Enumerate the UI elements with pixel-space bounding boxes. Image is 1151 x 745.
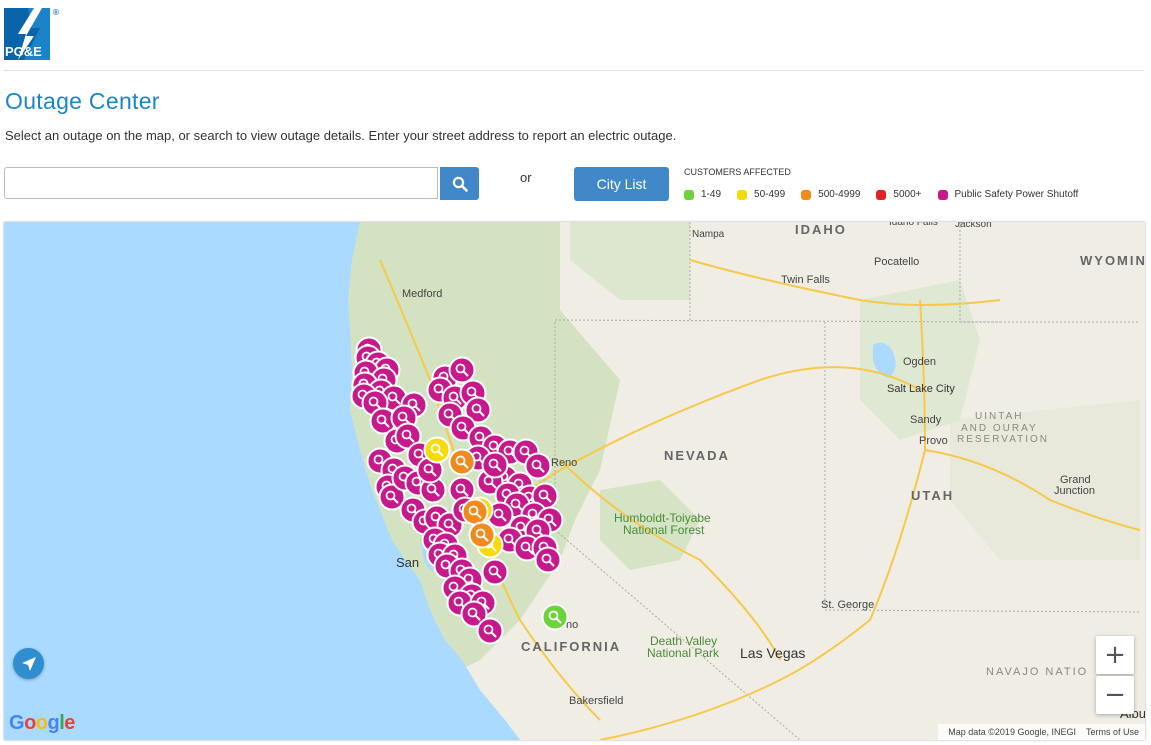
or-label: or	[520, 170, 532, 185]
map-place-label: Twin Falls	[781, 274, 830, 286]
city-list-button[interactable]: City List	[574, 167, 669, 201]
zoom-in-button[interactable]: +	[1096, 636, 1134, 674]
page-title: Outage Center	[5, 88, 160, 114]
outage-marker[interactable]	[476, 617, 504, 645]
legend-item: 50-499	[737, 189, 785, 200]
map-place-label: Bakersfield	[569, 695, 623, 707]
map-place-label: Ogden	[903, 356, 936, 368]
terms-of-use-link[interactable]: Terms of Use	[1086, 727, 1139, 737]
legend-swatch	[876, 189, 887, 200]
legend-swatch	[737, 189, 748, 200]
legend-label: Public Safety Power Shutoff	[954, 189, 1079, 200]
svg-text:PG&E: PG&E	[5, 44, 42, 59]
registered-mark: ®	[52, 8, 60, 17]
map-place-label: NEVADA	[664, 448, 730, 463]
map-place-label: UTAH	[911, 488, 954, 503]
map-place-label: Nampa	[692, 229, 725, 240]
location-arrow-icon	[21, 656, 36, 671]
map-place-label: Idaho Falls	[889, 222, 938, 228]
map-place-label: Las Vegas	[740, 645, 805, 661]
outage-marker[interactable]	[448, 448, 476, 476]
legend-label: 500-4999	[818, 189, 861, 200]
legend: 1-49 50-499 500-4999 5000+ Public Safety Pow…	[684, 189, 1078, 200]
map-place-label: San	[396, 555, 419, 570]
header-divider	[4, 70, 1144, 71]
legend-item: 500-4999	[801, 189, 860, 200]
pge-logo: PG&E	[4, 8, 50, 60]
legend-label: 50-499	[754, 189, 786, 200]
outage-marker[interactable]	[468, 521, 496, 549]
map-place-label: CALIFORNIA	[521, 639, 621, 654]
map-place-label: Medford	[402, 288, 442, 300]
legend-label: 1-49	[701, 189, 722, 200]
intro-text: Select an outage on the map, or search t…	[5, 128, 677, 143]
legend-item: 1-49	[684, 189, 721, 200]
outage-marker[interactable]	[448, 356, 476, 384]
map-place-label: IDAHO	[795, 222, 847, 237]
map-place-label: Junction	[1054, 485, 1095, 497]
search-icon	[452, 176, 468, 192]
map-place-label: RESERVATION	[957, 434, 1049, 445]
map-place-label: Jackson	[955, 222, 992, 230]
map-data-credit: Map data ©2019 Google, INEGI	[948, 727, 1076, 737]
map-place-label: Reno	[551, 457, 577, 469]
address-search-input[interactable]	[4, 167, 438, 199]
outage-marker[interactable]	[481, 451, 509, 479]
legend-swatch	[937, 189, 948, 200]
legend-title: CUSTOMERS AFFECTED	[684, 167, 791, 177]
outage-marker[interactable]	[524, 452, 552, 480]
map-place-label: UINTAH	[975, 411, 1023, 422]
outage-marker[interactable]	[481, 558, 509, 586]
map-place-label: Salt Lake City	[887, 383, 955, 395]
outage-map[interactable]: Nampa IDAHO Idaho Falls Jackson WYOMIN Medfor…	[4, 222, 1145, 740]
map-place-label: Sandy	[910, 414, 942, 426]
legend-swatch	[684, 189, 694, 200]
my-location-button[interactable]	[13, 648, 44, 679]
map-place-label: Provo	[919, 435, 948, 447]
legend-item: 5000+	[876, 189, 922, 200]
zoom-out-button[interactable]: −	[1096, 676, 1134, 714]
map-place-label: National Forest	[623, 523, 705, 537]
outage-marker[interactable]	[423, 436, 451, 464]
legend-label: 5000+	[893, 189, 922, 200]
outage-marker[interactable]	[534, 546, 562, 574]
search-button[interactable]	[440, 167, 479, 200]
outage-marker[interactable]	[541, 603, 569, 631]
map-place-label: WYOMIN	[1080, 253, 1145, 268]
legend-item: Public Safety Power Shutoff	[937, 189, 1079, 200]
outage-marker[interactable]	[461, 498, 489, 526]
map-place-label: NAVAJO NATIO	[986, 666, 1088, 678]
map-attribution: Map data ©2019 Google, INEGI Terms of Us…	[938, 724, 1145, 740]
map-place-label: National Park	[647, 646, 720, 660]
legend-swatch	[801, 189, 812, 200]
map-place-label: AND OURAY	[961, 423, 1038, 434]
map-place-label: St. George	[821, 599, 874, 611]
google-logo: Google	[9, 712, 75, 734]
map-place-label: Pocatello	[874, 256, 919, 268]
